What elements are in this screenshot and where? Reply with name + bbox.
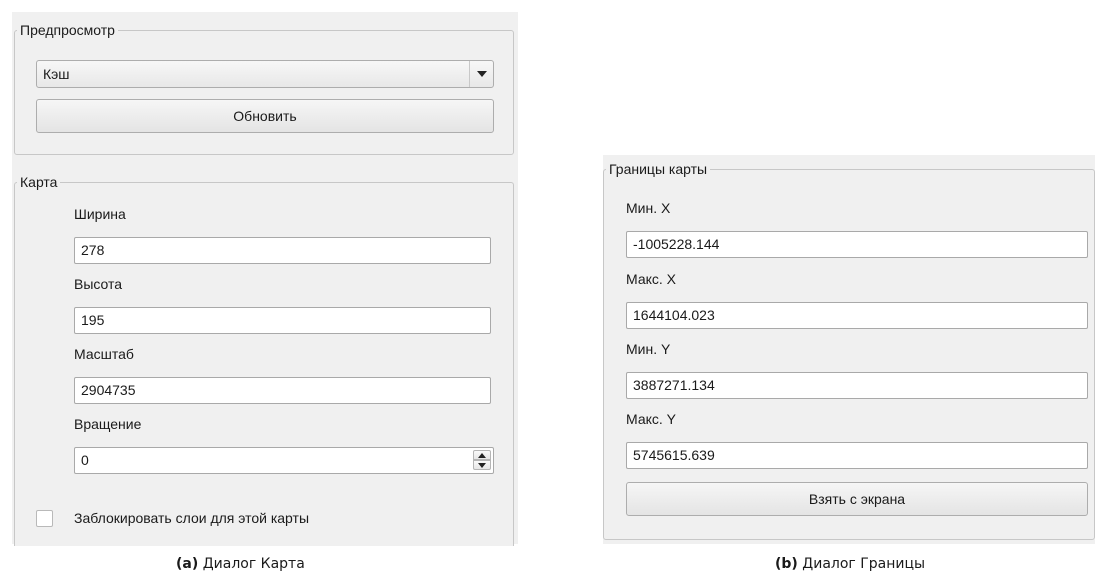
spin-up-icon[interactable]: [473, 450, 491, 460]
map-group-title: Карта: [20, 174, 58, 190]
caption-a-text: Диалог Карта: [202, 556, 305, 572]
scale-label: Масштаб: [74, 346, 134, 362]
rotation-value: 0: [81, 452, 89, 468]
width-label: Ширина: [74, 206, 126, 222]
min-x-label: Мин. X: [626, 200, 671, 216]
min-y-label: Мин. Y: [626, 341, 671, 357]
lock-layers-checkbox[interactable]: [36, 510, 53, 527]
take-from-screen-button[interactable]: Взять с экрана: [626, 482, 1088, 516]
height-label: Высота: [74, 276, 123, 292]
dropdown-arrow-icon[interactable]: [469, 61, 493, 87]
rotation-spinbox[interactable]: 0: [74, 447, 494, 474]
scale-input[interactable]: 2904735: [74, 377, 491, 404]
min-y-input[interactable]: 3887271.134: [626, 372, 1088, 399]
map-dialog: Предпросмотр Кэш Обновить Карта Ширина 2…: [12, 12, 518, 546]
rotation-spin-buttons: [473, 450, 491, 471]
max-x-label: Макс. X: [626, 271, 677, 287]
bounds-dialog: Границы карты Мин. X -1005228.144 Макс. …: [603, 155, 1095, 544]
caption-a: (a) Диалог Карта: [176, 556, 305, 572]
preview-group-title: Предпросмотр: [20, 22, 115, 38]
preview-mode-select[interactable]: Кэш: [36, 60, 494, 88]
caption-a-prefix: (a): [176, 556, 199, 572]
map-bounds-group-title: Границы карты: [609, 161, 708, 177]
width-input[interactable]: 278: [74, 237, 491, 264]
max-x-input[interactable]: 1644104.023: [626, 302, 1088, 329]
caption-b: (b) Диалог Границы: [775, 556, 925, 572]
spin-down-icon[interactable]: [473, 460, 491, 470]
height-input[interactable]: 195: [74, 307, 491, 334]
min-x-input[interactable]: -1005228.144: [626, 231, 1088, 258]
max-y-input[interactable]: 5745615.639: [626, 442, 1088, 469]
refresh-button[interactable]: Обновить: [36, 99, 494, 133]
rotation-label: Вращение: [74, 416, 142, 432]
max-y-label: Макс. Y: [626, 411, 677, 427]
preview-group: Предпросмотр: [14, 22, 514, 155]
caption-b-prefix: (b): [775, 556, 798, 572]
preview-mode-value: Кэш: [43, 66, 70, 82]
caption-b-text: Диалог Границы: [802, 556, 926, 572]
lock-layers-label: Заблокировать слои для этой карты: [74, 510, 310, 526]
